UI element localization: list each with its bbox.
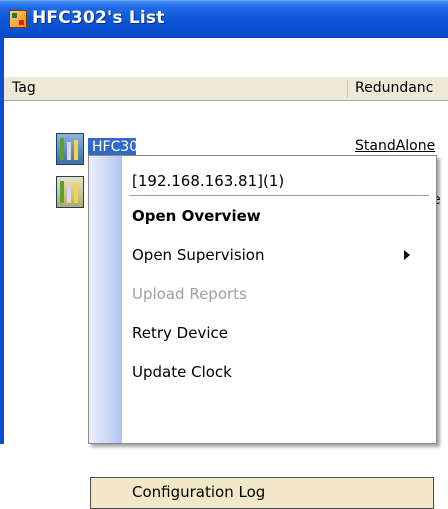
device-icon[interactable]: [56, 133, 84, 165]
column-header-redundancy[interactable]: Redundanc: [355, 80, 433, 96]
menu-separator: [129, 195, 429, 196]
column-separator[interactable]: [347, 80, 348, 98]
app-icon: [9, 10, 27, 28]
menu-item-upload-reports: Upload Reports: [132, 285, 247, 303]
window-title: HFC302's List: [32, 8, 165, 28]
menu-item-open-overview[interactable]: Open Overview: [132, 207, 261, 225]
device-tag-selected[interactable]: HFC302_002: [88, 138, 181, 156]
menu-item-retry-device[interactable]: Retry Device: [132, 324, 228, 342]
redundancy-value: StandAlone: [355, 138, 436, 154]
column-header-tag[interactable]: Tag: [12, 80, 36, 96]
title-bar[interactable]: HFC302's List: [0, 0, 448, 38]
menu-icon-strip: [89, 156, 122, 443]
device-icon[interactable]: [56, 176, 84, 208]
menu-item-update-clock[interactable]: Update Clock: [132, 363, 232, 381]
submenu-arrow-icon: [404, 250, 410, 260]
context-menu[interactable]: [192.168.163.81](1) Open Overview Open S…: [88, 155, 437, 509]
menu-header-address: [192.168.163.81](1): [132, 172, 285, 190]
menu-item-configuration-log[interactable]: Configuration Log: [132, 483, 265, 501]
list-header: Tag Redundanc: [4, 77, 448, 101]
menu-item-open-supervision[interactable]: Open Supervision: [132, 246, 265, 264]
